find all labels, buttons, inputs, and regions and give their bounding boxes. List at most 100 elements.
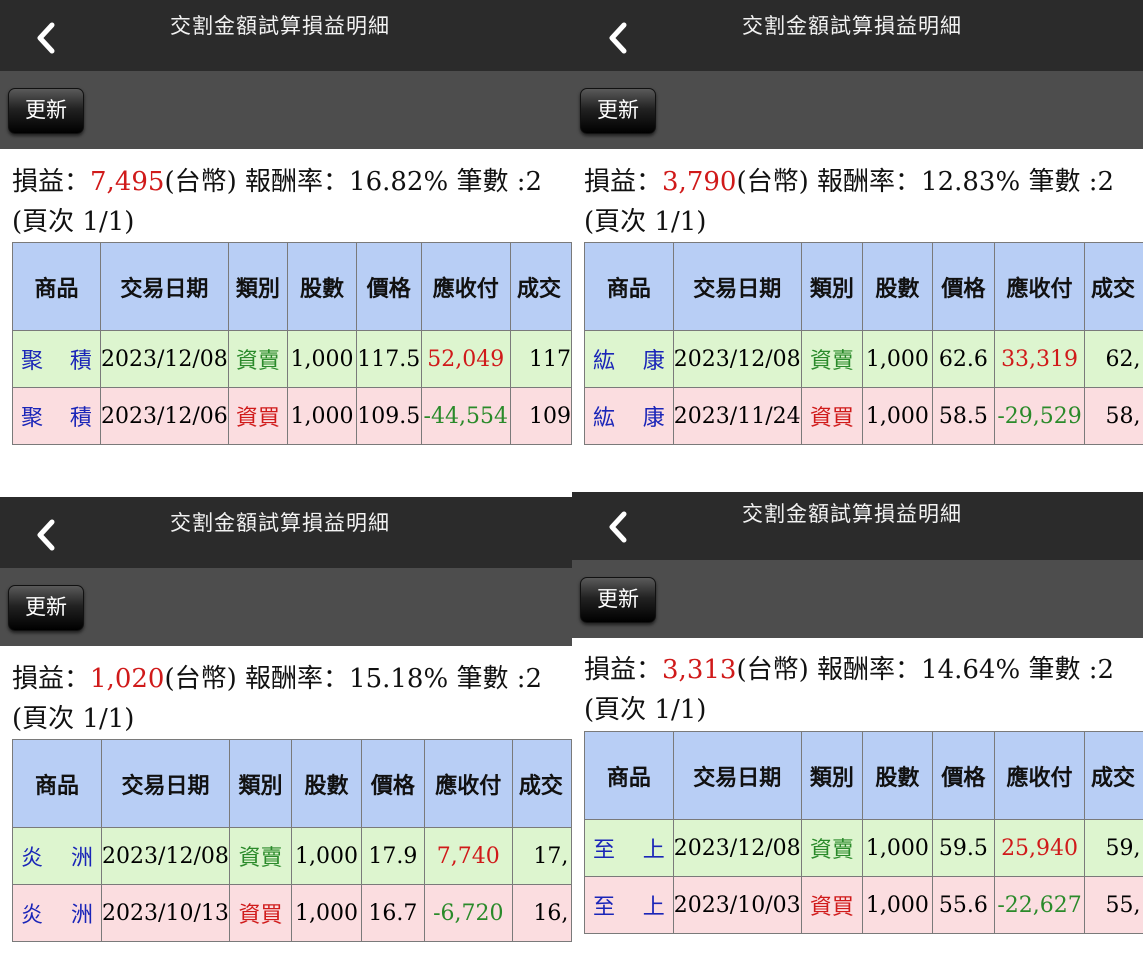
title-bar: 交割金額試算損益明細 [572, 492, 1143, 560]
cell-date: 2023/10/13 [101, 885, 229, 942]
header-amount: 應收付 [995, 243, 1085, 331]
refresh-button[interactable]: 更新 [8, 585, 84, 631]
header-amount: 應收付 [995, 732, 1085, 820]
summary-line: 損益：7,495(台幣) 報酬率：16.82% 筆數 :2 [12, 162, 542, 202]
page-title: 交割金額試算損益明細 [170, 10, 390, 40]
header-product: 商品 [585, 732, 674, 820]
return-label: 報酬率： [817, 167, 921, 197]
count-value: 2 [525, 167, 542, 197]
return-value: 12.83% [921, 167, 1020, 197]
refresh-button[interactable]: 更新 [580, 88, 656, 134]
profit-value: 7,495 [90, 167, 164, 197]
count-value: 2 [1097, 167, 1114, 197]
cell-type: 資賣 [801, 820, 862, 877]
header-price: 價格 [932, 732, 994, 820]
table-row[interactable]: 炎 洲 2023/12/08 資賣 1,000 17.9 7,740 17, [13, 828, 572, 885]
header-product: 商品 [13, 740, 102, 828]
cell-product: 紘 康 [585, 388, 674, 445]
cell-shares: 1,000 [287, 388, 356, 445]
cell-amount: 25,940 [995, 820, 1085, 877]
table-header-row: 商品 交易日期 類別 股數 價格 應收付 成交 [585, 732, 1143, 820]
cell-shares: 1,000 [863, 331, 933, 388]
panel-4: 交割金額試算損益明細 更新 損益：3,313(台幣) 報酬率：14.64% 筆數… [572, 492, 1143, 962]
count-label: 筆數 : [456, 664, 525, 694]
header-type: 類別 [801, 732, 862, 820]
header-date: 交易日期 [673, 732, 801, 820]
cell-amount: 7,740 [424, 828, 512, 885]
header-shares: 股數 [291, 740, 361, 828]
profit-value: 3,790 [662, 167, 736, 197]
table-row[interactable]: 炎 洲 2023/10/13 資買 1,000 16.7 -6,720 16, [13, 885, 572, 942]
profit-label: 損益： [584, 167, 662, 197]
cell-product: 紘 康 [585, 331, 674, 388]
chevron-left-icon[interactable] [600, 504, 640, 548]
cell-type: 資買 [229, 885, 291, 942]
panel-2: 交割金額試算損益明細 更新 損益：3,790(台幣) 報酬率：12.83% 筆數… [572, 0, 1143, 470]
cell-date: 2023/12/08 [100, 331, 228, 388]
cell-deal: 109 [510, 388, 571, 445]
table-row[interactable]: 紘 康 2023/11/24 資買 1,000 58.5 -29,529 58, [585, 388, 1143, 445]
cell-product: 炎 洲 [13, 885, 102, 942]
table-row[interactable]: 紘 康 2023/12/08 資賣 1,000 62.6 33,319 62, [585, 331, 1143, 388]
chevron-left-icon[interactable] [28, 15, 68, 59]
cell-shares: 1,000 [287, 331, 356, 388]
cell-date: 2023/12/08 [673, 820, 801, 877]
table-header-row: 商品 交易日期 類別 股數 價格 應收付 成交 [13, 740, 572, 828]
toolbar: 更新 [572, 560, 1143, 638]
profit-label: 損益： [12, 664, 90, 694]
cell-price: 58.5 [932, 388, 994, 445]
return-value: 16.82% [349, 167, 448, 197]
cell-date: 2023/12/08 [101, 828, 229, 885]
table-row[interactable]: 聚 積 2023/12/08 資賣 1,000 117.5 52,049 117 [13, 331, 572, 388]
cell-type: 資賣 [801, 331, 862, 388]
header-type: 類別 [801, 243, 862, 331]
header-type: 類別 [228, 243, 287, 331]
detail-table: 商品 交易日期 類別 股數 價格 應收付 成交 紘 康 2023/12/08 資… [584, 242, 1143, 445]
cell-price: 117.5 [356, 331, 421, 388]
currency-label: (台幣) [736, 655, 808, 685]
refresh-button[interactable]: 更新 [8, 88, 84, 134]
table-row[interactable]: 聚 積 2023/12/06 資買 1,000 109.5 -44,554 10… [13, 388, 572, 445]
cell-price: 59.5 [932, 820, 994, 877]
cell-date: 2023/12/08 [673, 331, 801, 388]
cell-amount: -44,554 [421, 388, 510, 445]
cell-type: 資賣 [228, 331, 287, 388]
cell-deal: 55, [1085, 877, 1143, 934]
return-label: 報酬率： [817, 655, 921, 685]
header-shares: 股數 [287, 243, 356, 331]
cell-shares: 1,000 [863, 388, 933, 445]
cell-shares: 1,000 [863, 877, 933, 934]
cell-type: 資買 [801, 388, 862, 445]
chevron-left-icon[interactable] [600, 15, 640, 59]
cell-shares: 1,000 [291, 885, 361, 942]
cell-date: 2023/11/24 [673, 388, 801, 445]
currency-label: (台幣) [736, 167, 808, 197]
cell-type: 資買 [801, 877, 862, 934]
header-date: 交易日期 [101, 740, 229, 828]
page-title: 交割金額試算損益明細 [170, 507, 390, 537]
toolbar: 更新 [0, 568, 572, 646]
cell-deal: 58, [1085, 388, 1143, 445]
return-label: 報酬率： [245, 167, 349, 197]
chevron-left-icon[interactable] [28, 512, 68, 556]
cell-amount: 33,319 [995, 331, 1085, 388]
cell-price: 109.5 [356, 388, 421, 445]
table-row[interactable]: 至 上 2023/12/08 資賣 1,000 59.5 25,940 59, [585, 820, 1143, 877]
profit-value: 3,313 [662, 655, 736, 685]
cell-price: 17.9 [361, 828, 424, 885]
header-date: 交易日期 [673, 243, 801, 331]
page-title: 交割金額試算損益明細 [742, 10, 962, 40]
refresh-button[interactable]: 更新 [580, 577, 656, 623]
header-product: 商品 [585, 243, 674, 331]
header-product: 商品 [13, 243, 101, 331]
header-deal: 成交 [512, 740, 571, 828]
header-shares: 股數 [863, 732, 933, 820]
detail-table: 商品 交易日期 類別 股數 價格 應收付 成交 聚 積 2023/12/08 資… [12, 242, 572, 445]
page-title: 交割金額試算損益明細 [742, 498, 962, 528]
page-info: (頁次 1/1) [12, 699, 134, 739]
cell-date: 2023/12/06 [100, 388, 228, 445]
count-value: 2 [1097, 655, 1114, 685]
table-row[interactable]: 至 上 2023/10/03 資買 1,000 55.6 -22,627 55, [585, 877, 1143, 934]
header-date: 交易日期 [100, 243, 228, 331]
cell-product: 聚 積 [13, 388, 101, 445]
